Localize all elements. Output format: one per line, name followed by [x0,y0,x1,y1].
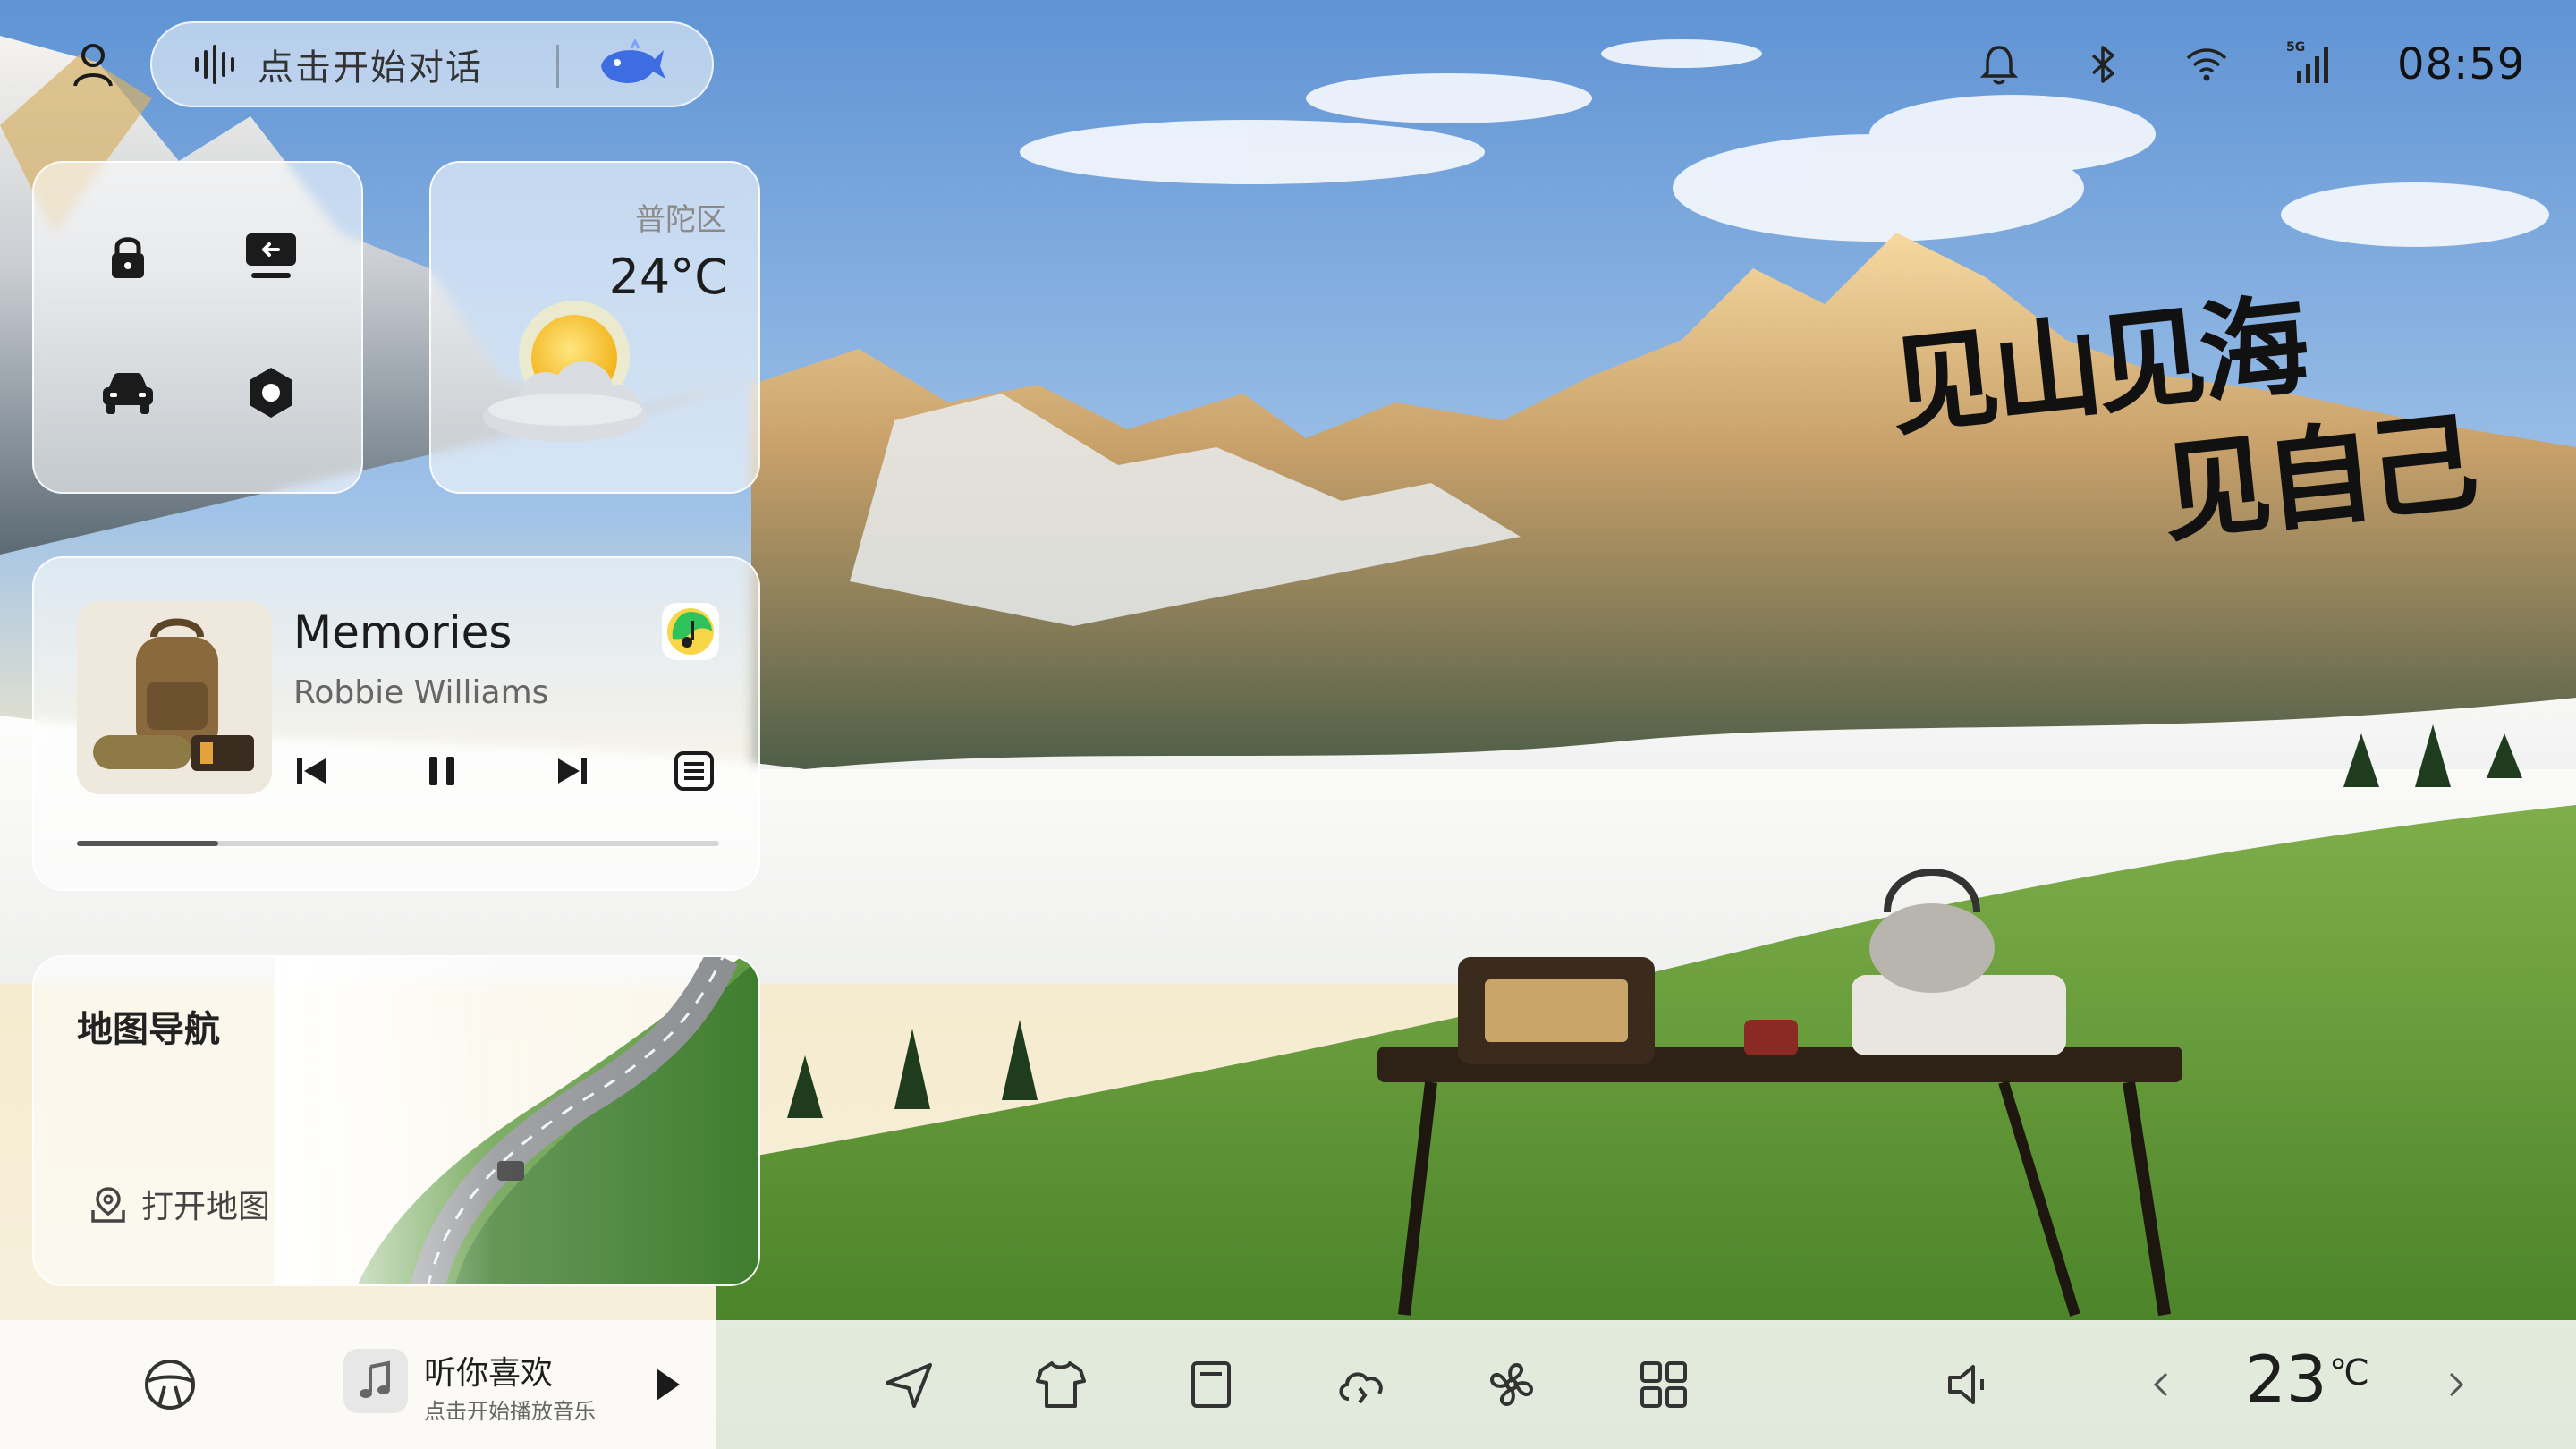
playback-progress-bar[interactable] [77,841,719,846]
bell-icon[interactable] [1975,40,2023,89]
clock: 08:59 [2397,39,2526,89]
mini-player-subtitle: 点击开始播放音乐 [424,1399,596,1424]
mini-player-art [343,1349,408,1413]
map-navigation-card[interactable]: 地图导航 打开地图 [32,955,760,1286]
sun-behind-cloud-icon [483,301,648,442]
screen-return-button[interactable] [240,225,302,288]
playback-progress-fill [77,841,218,846]
open-map-button[interactable]: 打开地图 [88,1181,270,1227]
track-title: Memories [293,606,513,658]
previous-track-icon[interactable] [288,748,335,794]
navigation-arrow-icon[interactable] [880,1356,937,1413]
play-icon[interactable] [637,1356,694,1413]
chevron-right-icon[interactable] [2428,1356,2485,1413]
signal-type-label: 5G [2286,40,2306,55]
settings-button[interactable] [240,361,302,424]
user-icon [73,44,113,87]
cloud-icon[interactable] [1333,1356,1390,1413]
bluetooth-icon[interactable] [2079,40,2127,89]
voice-pill-divider [556,45,559,88]
climate-unit: ℃ [2329,1352,2369,1394]
fan-icon[interactable] [1483,1356,1540,1413]
weather-card[interactable]: 普陀区 24°C [429,161,760,494]
pause-icon[interactable] [419,748,465,794]
open-map-label: 打开地图 [141,1189,271,1225]
screen-return-icon [246,233,296,278]
chevron-left-icon[interactable] [2132,1356,2190,1413]
backpack-cover-image [77,601,272,794]
voice-assistant-pill[interactable]: 点击开始对话 [150,21,714,107]
map-pin-icon [91,1187,125,1223]
vehicle-button[interactable] [97,361,159,424]
voice-wave-icon [195,45,234,84]
apps-grid-icon[interactable] [1635,1356,1692,1413]
steering-wheel-icon[interactable] [141,1356,199,1413]
lock-button[interactable] [97,225,159,288]
track-artist: Robbie Williams [293,674,549,711]
assistant-whale-icon[interactable] [596,39,667,93]
settings-hexagon-icon [250,368,292,418]
weather-district: 普陀区 [635,202,726,238]
document-icon[interactable] [1182,1356,1240,1413]
map-card-title: 地图导航 [77,1009,220,1050]
climate-temperature: 23 [2245,1342,2327,1417]
wifi-icon[interactable] [2182,40,2231,89]
tshirt-icon[interactable] [1032,1356,1089,1413]
wallpaper-slogan: 见山见海 见自己 [1872,237,2511,621]
cellular-signal-icon[interactable]: 5G [2286,40,2334,89]
map-road-scenery [275,957,758,1284]
profile-button[interactable] [64,36,122,93]
playlist-icon[interactable] [671,748,717,794]
next-track-icon[interactable] [549,748,596,794]
music-player-card[interactable]: Memories Robbie Williams [32,556,760,891]
slogan-line-2: 见自己 [2155,396,2479,558]
music-note-icon [360,1360,390,1398]
mini-player-title: 听你喜欢 [424,1355,554,1392]
lock-icon [112,237,144,278]
volume-icon[interactable] [1941,1356,1998,1413]
album-cover[interactable] [77,601,272,794]
quick-controls-card [32,161,363,494]
music-app-badge-icon[interactable] [660,601,721,662]
status-icons: 5G 08:59 [1975,32,2558,97]
voice-prompt-label: 点击开始对话 [258,47,483,89]
bottom-dock: 听你喜欢 点击开始播放音乐 23 ℃ [0,1320,2576,1449]
car-icon [103,373,153,414]
